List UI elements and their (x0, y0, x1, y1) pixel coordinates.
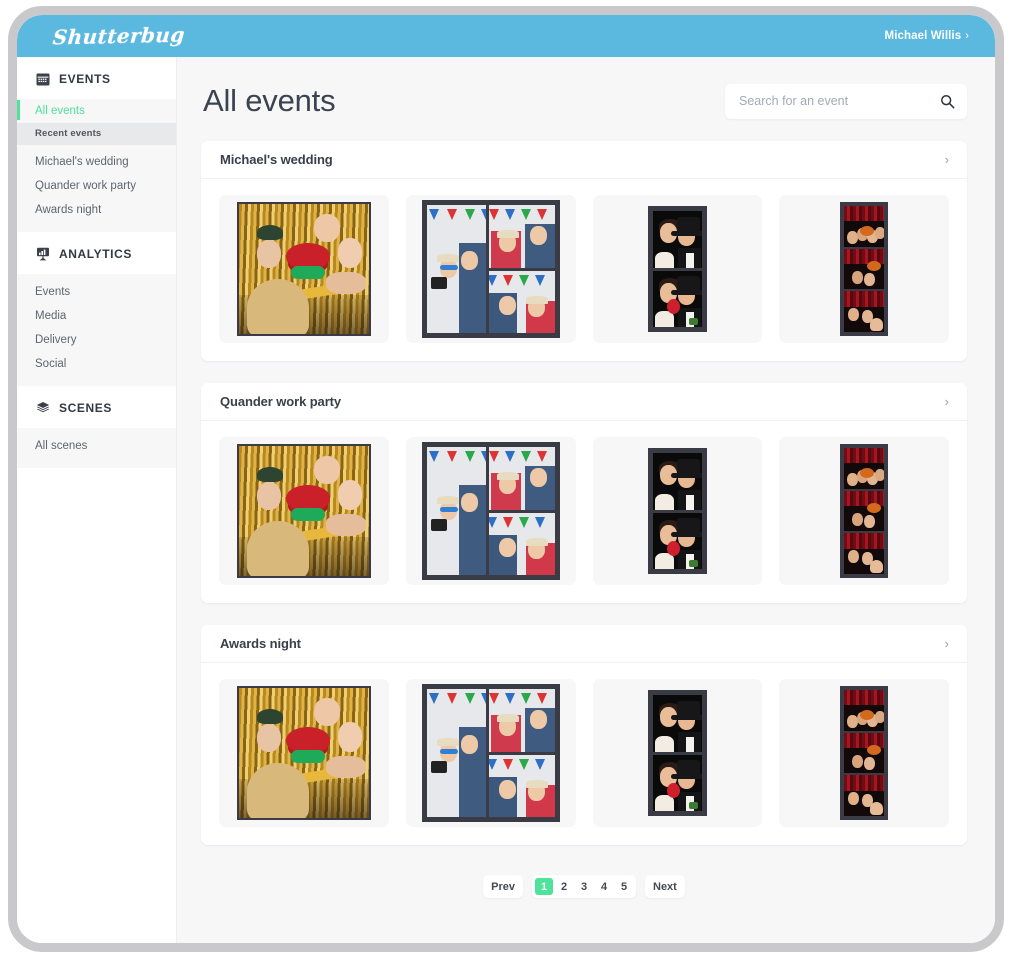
pagination-page-5[interactable]: 5 (615, 878, 633, 895)
thumbnail-strip-3up-red[interactable] (779, 679, 949, 827)
pagination-prev-button[interactable]: Prev (483, 875, 523, 898)
pagination-page-4[interactable]: 4 (595, 878, 613, 895)
chevron-right-icon: › (965, 30, 969, 42)
user-menu-button[interactable]: Michael Willis › (885, 30, 969, 42)
sidebar-item-michaels-wedding[interactable]: Michael's wedding (17, 150, 176, 174)
search-box[interactable] (725, 83, 967, 119)
event-card-header[interactable]: Michael's wedding › (201, 141, 967, 179)
sidebar-subheader-recent-events: Recent events (17, 123, 176, 145)
app-logo[interactable]: Shutterbug (52, 23, 186, 50)
chevron-right-icon[interactable]: › (945, 152, 949, 167)
sidebar-item-all-scenes[interactable]: All scenes (17, 434, 176, 458)
thumbnail-collage-bunting[interactable] (405, 679, 576, 827)
chevron-right-icon[interactable]: › (945, 394, 949, 409)
sidebar-group-label: EVENTS (59, 71, 111, 86)
pagination-page-list: 1 2 3 4 5 (532, 875, 636, 898)
sidebar-group-events[interactable]: EVENTS (17, 57, 176, 99)
event-card: Quander work party › (201, 383, 967, 603)
thumbnail-strip-2up-black[interactable] (592, 679, 763, 827)
thumbnail-square-group-gold[interactable] (219, 679, 389, 827)
thumbnail-strip-2up-black[interactable] (592, 195, 763, 343)
page-title: All events (203, 83, 336, 118)
sidebar-item-all-events[interactable]: All events (17, 99, 176, 123)
event-title: Michael's wedding (220, 152, 333, 167)
sidebar-item-analytics-social[interactable]: Social (17, 352, 176, 376)
sidebar-item-analytics-events[interactable]: Events (17, 280, 176, 304)
event-thumbnail-row (201, 179, 967, 361)
main-header: All events (201, 83, 967, 141)
sidebar-events-items: All events Recent events Michael's weddi… (17, 99, 176, 232)
search-icon[interactable] (940, 94, 955, 109)
pagination-page-1[interactable]: 1 (535, 878, 553, 895)
thumbnail-collage-bunting[interactable] (405, 437, 576, 585)
pagination-next-button[interactable]: Next (645, 875, 685, 898)
thumbnail-strip-2up-black[interactable] (592, 437, 763, 585)
event-card: Awards night › (201, 625, 967, 845)
sidebar: EVENTS All events Recent events Michael'… (17, 57, 177, 943)
thumbnail-square-group-gold[interactable] (219, 437, 389, 585)
sidebar-group-label: ANALYTICS (59, 246, 132, 261)
event-card-header[interactable]: Quander work party › (201, 383, 967, 421)
device-frame: Shutterbug Michael Willis › EVENTS All e… (8, 6, 1004, 952)
search-input[interactable] (739, 94, 940, 108)
main-content: All events Michael's wedding › (177, 57, 995, 943)
sidebar-group-analytics[interactable]: ANALYTICS (17, 232, 176, 274)
thumbnail-square-group-gold[interactable] (219, 195, 389, 343)
pagination: Prev 1 2 3 4 5 Next (201, 867, 967, 922)
event-thumbnail-row (201, 663, 967, 845)
sidebar-group-scenes[interactable]: SCENES (17, 386, 176, 428)
event-card: Michael's wedding › (201, 141, 967, 361)
thumbnail-collage-bunting[interactable] (405, 195, 576, 343)
thumbnail-strip-3up-red[interactable] (779, 437, 949, 585)
thumbnail-strip-3up-red[interactable] (779, 195, 949, 343)
sidebar-item-analytics-media[interactable]: Media (17, 304, 176, 328)
sidebar-scenes-items: All scenes (17, 428, 176, 468)
calendar-icon (35, 71, 50, 86)
sidebar-group-label: SCENES (59, 400, 112, 415)
event-title: Awards night (220, 636, 301, 651)
pagination-page-2[interactable]: 2 (555, 878, 573, 895)
sidebar-item-awards-night[interactable]: Awards night (17, 198, 176, 222)
user-name-label: Michael Willis (884, 30, 962, 42)
app-window: Shutterbug Michael Willis › EVENTS All e… (17, 15, 995, 943)
chevron-right-icon[interactable]: › (945, 636, 949, 651)
sidebar-item-quander-work-party[interactable]: Quander work party (17, 174, 176, 198)
event-title: Quander work party (220, 394, 342, 409)
pagination-page-3[interactable]: 3 (575, 878, 593, 895)
sidebar-analytics-items: Events Media Delivery Social (17, 274, 176, 386)
event-thumbnail-row (201, 421, 967, 603)
top-bar: Shutterbug Michael Willis › (17, 15, 995, 57)
event-card-header[interactable]: Awards night › (201, 625, 967, 663)
sidebar-item-analytics-delivery[interactable]: Delivery (17, 328, 176, 352)
layers-icon (35, 400, 50, 415)
analytics-icon (35, 246, 50, 261)
